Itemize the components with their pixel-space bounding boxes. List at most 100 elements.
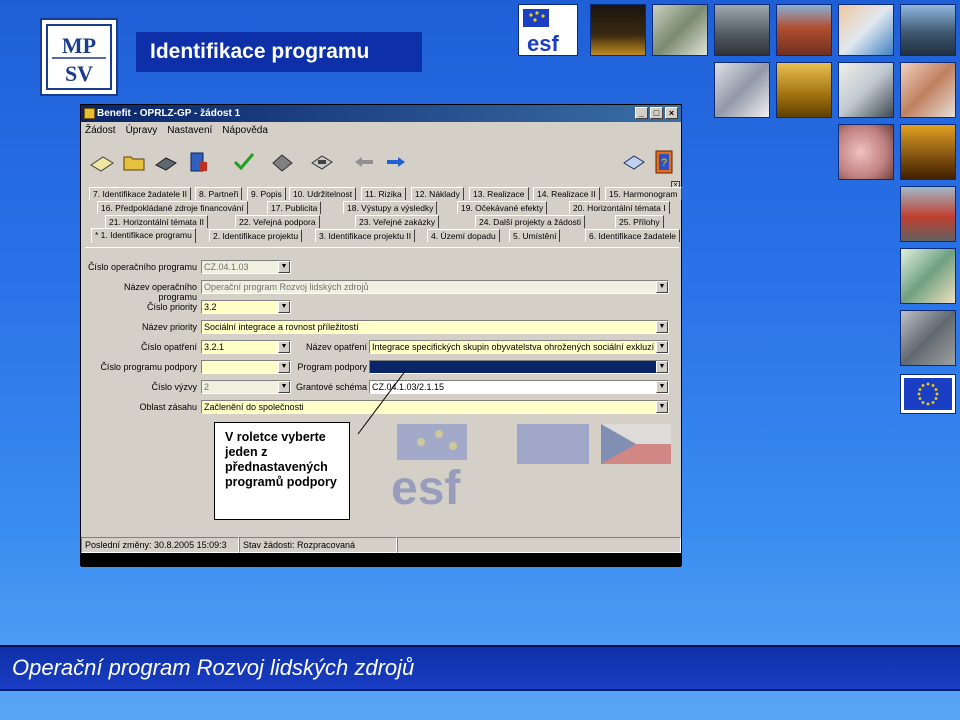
field-cislo-programu-podpory[interactable]: ▼ <box>201 360 291 374</box>
printer-icon[interactable] <box>307 147 337 177</box>
maximize-button[interactable]: □ <box>650 107 663 119</box>
status-last-change: Poslední změny: 30.8.2005 15:09:3 <box>81 537 239 553</box>
tab-10[interactable]: 10. Udržitelnost <box>289 187 357 200</box>
tab-16[interactable]: 16. Předpokládané zdroje financování <box>97 201 248 214</box>
chevron-down-icon[interactable]: ▼ <box>278 301 290 313</box>
chevron-down-icon[interactable]: ▼ <box>656 341 668 353</box>
tab-23[interactable]: 23. Veřejné zakázky <box>355 215 440 228</box>
menu-upravy[interactable]: Úpravy <box>126 125 158 136</box>
stamp-icon[interactable] <box>267 147 297 177</box>
field-cislo-priority[interactable]: 3.2 ▼ <box>201 300 291 314</box>
tab-24[interactable]: 24. Další projekty a žádosti <box>475 215 586 228</box>
czech-flag-icon <box>601 424 671 464</box>
callout-pointer <box>357 369 407 435</box>
new-document-icon[interactable] <box>87 147 117 177</box>
menu-nastaveni[interactable]: Nastavení <box>167 125 212 136</box>
forward-arrow-icon[interactable] <box>381 147 411 177</box>
chevron-down-icon[interactable]: ▼ <box>656 321 668 333</box>
mail-icon[interactable] <box>619 147 649 177</box>
eu-flag <box>900 374 956 414</box>
chevron-down-icon[interactable]: ▼ <box>656 281 668 293</box>
tab-13[interactable]: 13. Realizace <box>469 187 529 200</box>
label-nazev-priority: Název priority <box>141 322 197 332</box>
back-arrow-icon[interactable] <box>349 147 379 177</box>
field-nazev-op[interactable]: Operační program Rozvoj lidských zdrojů ▼ <box>201 280 669 294</box>
field-nazev-op-value: Operační program Rozvoj lidských zdrojů <box>204 282 369 292</box>
tab-8[interactable]: 8. Partneři <box>195 187 243 200</box>
tab-2[interactable]: 2. Identifikace projektu <box>209 229 303 242</box>
field-program-podpory[interactable]: ▼ <box>369 360 669 374</box>
photo-lab <box>714 62 770 118</box>
form-tabs: 7. Identifikace žadatele II 8. Partneři … <box>85 187 682 251</box>
photo-cathedral <box>900 124 956 180</box>
tab-19[interactable]: 19. Očekávané efekty <box>457 201 548 214</box>
tab-15[interactable]: 15. Harmonogram <box>605 187 682 200</box>
field-cislo-priority-value: 3.2 <box>204 302 217 312</box>
photo-office <box>838 4 894 56</box>
field-nazev-opatreni-value: Integrace specifických skupin obyvatelst… <box>372 342 655 352</box>
label-cislo-op: Číslo operačního programu <box>87 262 197 272</box>
instruction-callout: V roletce vyberte jeden z přednastavenýc… <box>214 422 350 520</box>
photo-presentation <box>838 62 894 118</box>
chevron-down-icon[interactable]: ▼ <box>278 361 290 373</box>
tab-17[interactable]: 17. Publicita <box>267 201 322 214</box>
field-cislo-opatreni[interactable]: 3.2.1 ▼ <box>201 340 291 354</box>
chevron-down-icon[interactable]: ▼ <box>278 261 290 273</box>
menu-napoveda[interactable]: Nápověda <box>222 125 268 136</box>
chevron-down-icon[interactable]: ▼ <box>656 361 668 373</box>
tab-20[interactable]: 20. Horizontální témata I <box>569 201 670 214</box>
label-cislo-programu-podpory: Číslo programu podpory <box>100 362 197 372</box>
window-titlebar[interactable]: Benefit - OPRLZ-GP - žádost 1 _ □ × <box>81 105 681 122</box>
field-cislo-vyzvy-value: 2 <box>204 382 210 392</box>
save-disk-icon[interactable] <box>151 147 181 177</box>
field-nazev-priority-value: Sociální integrace a rovnost příležitost… <box>204 322 359 332</box>
tab-4[interactable]: 4. Území dopadu <box>427 229 500 242</box>
chevron-down-icon[interactable]: ▼ <box>656 401 668 413</box>
tab-1-identifikace-programu[interactable]: * 1. Identifikace programu <box>91 228 196 243</box>
field-nazev-priority[interactable]: Sociální integrace a rovnost příležitost… <box>201 320 669 334</box>
tab-12[interactable]: 12. Náklady <box>411 187 464 200</box>
label-cislo-vyzvy: Číslo výzvy <box>151 382 197 392</box>
photo-tree <box>652 4 708 56</box>
tab-25[interactable]: 25. Přílohy <box>615 215 664 228</box>
tab-18[interactable]: 18. Výstupy a výsledky <box>343 201 438 214</box>
tab-9[interactable]: 9. Popis <box>247 187 286 200</box>
field-nazev-opatreni[interactable]: Integrace specifických skupin obyvatelst… <box>369 340 669 354</box>
check-icon[interactable] <box>229 147 259 177</box>
tab-11[interactable]: 11. Rizika <box>361 187 406 200</box>
eu-flag-icon <box>904 378 952 410</box>
tab-21[interactable]: 21. Horizontální témata II <box>105 215 208 228</box>
chevron-down-icon[interactable]: ▼ <box>278 341 290 353</box>
app-icon <box>84 108 95 119</box>
label-cislo-priority: Číslo priority <box>146 302 197 312</box>
svg-text:MP: MP <box>62 33 96 58</box>
menu-zadost[interactable]: Žádost <box>85 125 116 136</box>
footer-text: Operační program Rozvoj lidských zdrojů <box>12 655 415 680</box>
print-icon[interactable] <box>183 147 213 177</box>
tab-22[interactable]: 22. Veřejná podpora <box>235 215 320 228</box>
tab-14[interactable]: 14. Realizace II <box>533 187 600 200</box>
chevron-down-icon[interactable]: ▼ <box>656 381 668 393</box>
statusbar: Poslední změny: 30.8.2005 15:09:3 Stav ž… <box>81 537 681 553</box>
tab-3[interactable]: 3. Identifikace projektu II <box>315 229 416 242</box>
photo-building <box>776 4 832 56</box>
esf-logo-top: esf <box>518 4 578 56</box>
close-button[interactable]: × <box>665 107 678 119</box>
open-folder-icon[interactable] <box>119 147 149 177</box>
help-book-icon[interactable]: ? <box>649 147 679 177</box>
page-title: Identifikace programu <box>150 40 370 63</box>
toolbar: ? <box>85 143 679 183</box>
field-oblast-zasahu-value: Začlenění do společnosti <box>204 402 304 412</box>
photo-plates <box>838 124 894 180</box>
chevron-down-icon[interactable]: ▼ <box>278 381 290 393</box>
tab-5[interactable]: 5. Umístění <box>509 229 561 242</box>
tab-6[interactable]: 6. Identifikace žadatele <box>585 229 680 242</box>
application-window: Benefit - OPRLZ-GP - žádost 1 _ □ × Žádo… <box>80 104 682 567</box>
field-grantove-schema[interactable]: CZ.04.1.03/2.1.15 ▼ <box>369 380 669 394</box>
field-cislo-vyzvy[interactable]: 2 ▼ <box>201 380 291 394</box>
field-cislo-op[interactable]: CZ.04.1.03 ▼ <box>201 260 291 274</box>
tab-7[interactable]: 7. Identifikace žadatele II <box>89 187 192 200</box>
minimize-button[interactable]: _ <box>635 107 648 119</box>
photo-workshop <box>900 248 956 304</box>
field-oblast-zasahu[interactable]: Začlenění do společnosti ▼ <box>201 400 669 414</box>
